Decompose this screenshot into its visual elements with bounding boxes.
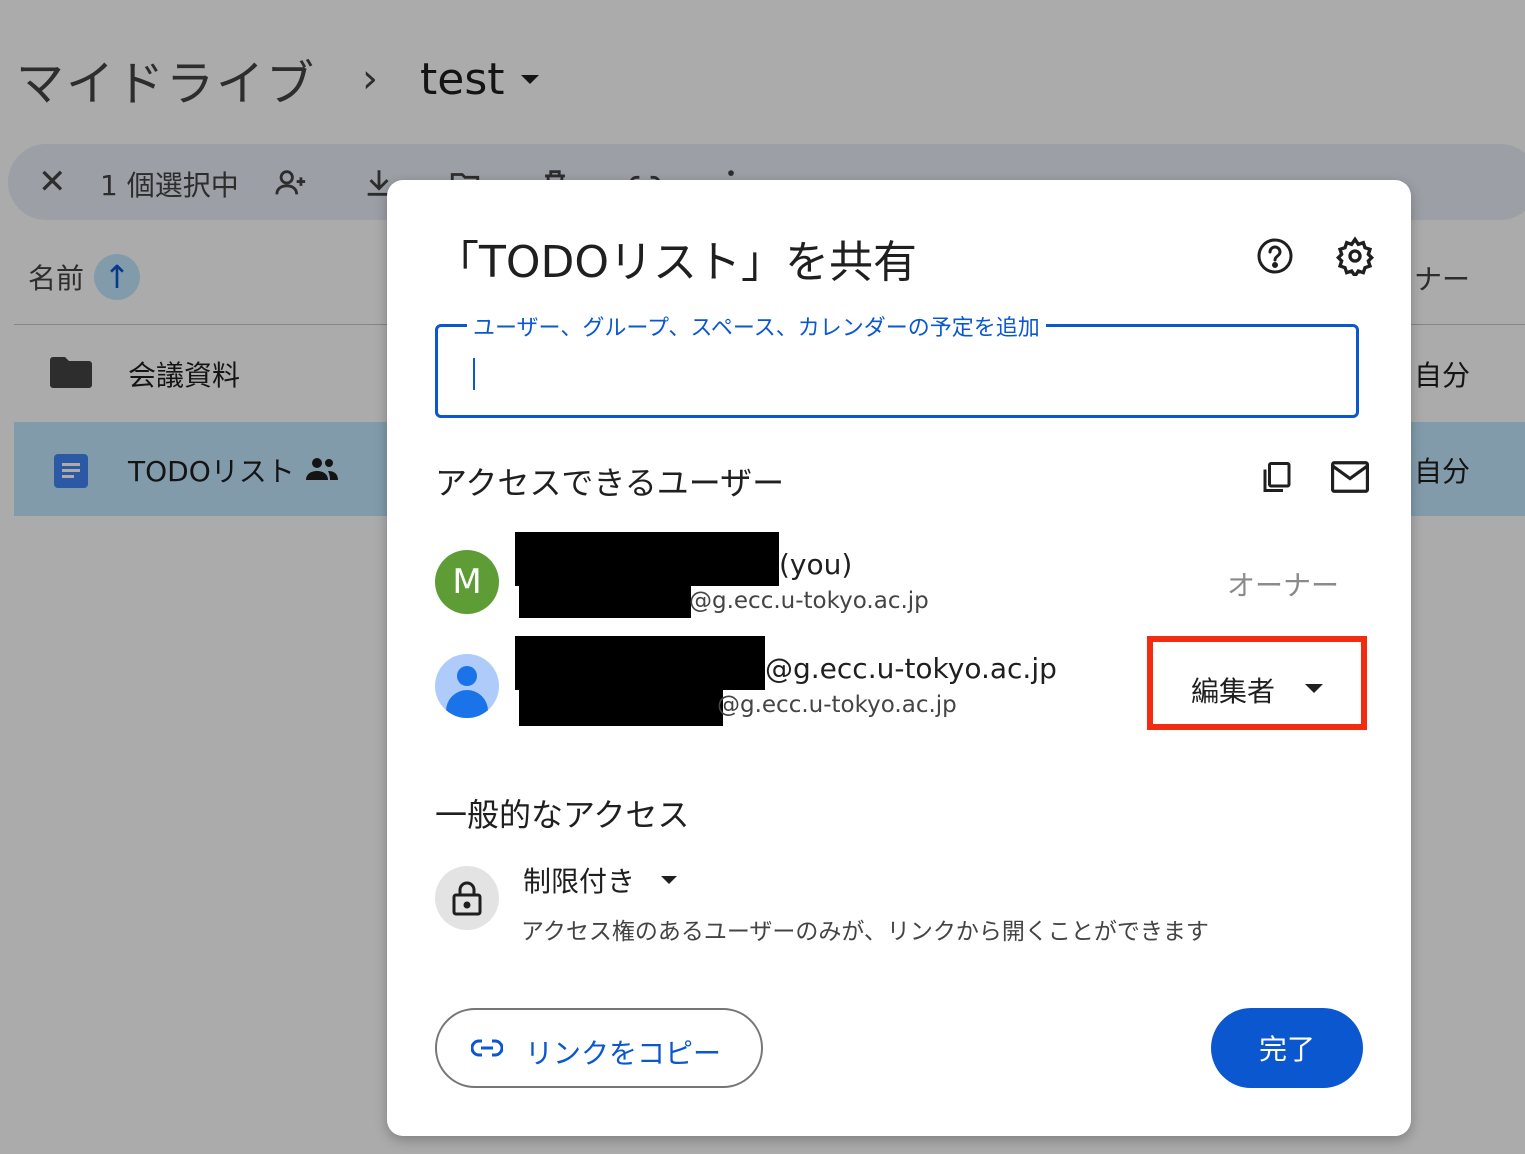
text-cursor <box>473 358 475 390</box>
role-label: 編集者 <box>1191 675 1276 708</box>
person-avatar-icon <box>435 654 499 718</box>
general-access-dropdown[interactable]: 制限付き <box>523 860 678 900</box>
user-name-suffix: @g.ecc.u-tokyo.ac.jp <box>765 652 1057 685</box>
lock-icon <box>452 881 482 916</box>
redaction-bar <box>519 584 691 618</box>
done-button[interactable]: 完了 <box>1211 1008 1363 1088</box>
caret-down-icon <box>1305 684 1323 693</box>
link-icon <box>471 1039 503 1057</box>
help-icon[interactable] <box>1255 236 1295 276</box>
dialog-title: 「TODOリスト」を共有 <box>435 237 918 288</box>
general-access-title: 一般的なアクセス <box>435 796 690 834</box>
copy-link-button[interactable]: リンクをコピー <box>435 1008 763 1088</box>
people-section-title: アクセスできるユーザー <box>435 464 785 502</box>
access-description: アクセス権のあるユーザーのみが、リンクから開くことができます <box>521 919 1209 945</box>
share-dialog: 「TODOリスト」を共有 ユーザー、グループ、スペース、カレンダーの予定を追加 … <box>387 180 1411 1136</box>
copy-link-label: リンクをコピー <box>525 1037 722 1070</box>
avatar: M <box>435 550 499 614</box>
copy-emails-icon[interactable] <box>1259 458 1295 496</box>
mail-icon[interactable] <box>1331 460 1369 494</box>
redaction-bar <box>519 688 723 726</box>
access-level-label: 制限付き <box>523 865 636 898</box>
user-email: @g.ecc.u-tokyo.ac.jp <box>717 692 957 718</box>
role-dropdown[interactable]: 編集者 <box>1147 636 1367 730</box>
user-email: @g.ecc.u-tokyo.ac.jp <box>689 588 929 614</box>
lock-badge <box>435 866 499 930</box>
owner-role-label: オーナー <box>1227 569 1340 602</box>
add-people-label: ユーザー、グループ、スペース、カレンダーの予定を追加 <box>467 310 1046 342</box>
redaction-bar <box>515 532 779 586</box>
gear-icon[interactable] <box>1335 236 1375 276</box>
user-name-suffix: (you) <box>779 548 853 581</box>
redaction-bar <box>515 636 765 690</box>
caret-down-icon <box>661 876 678 884</box>
